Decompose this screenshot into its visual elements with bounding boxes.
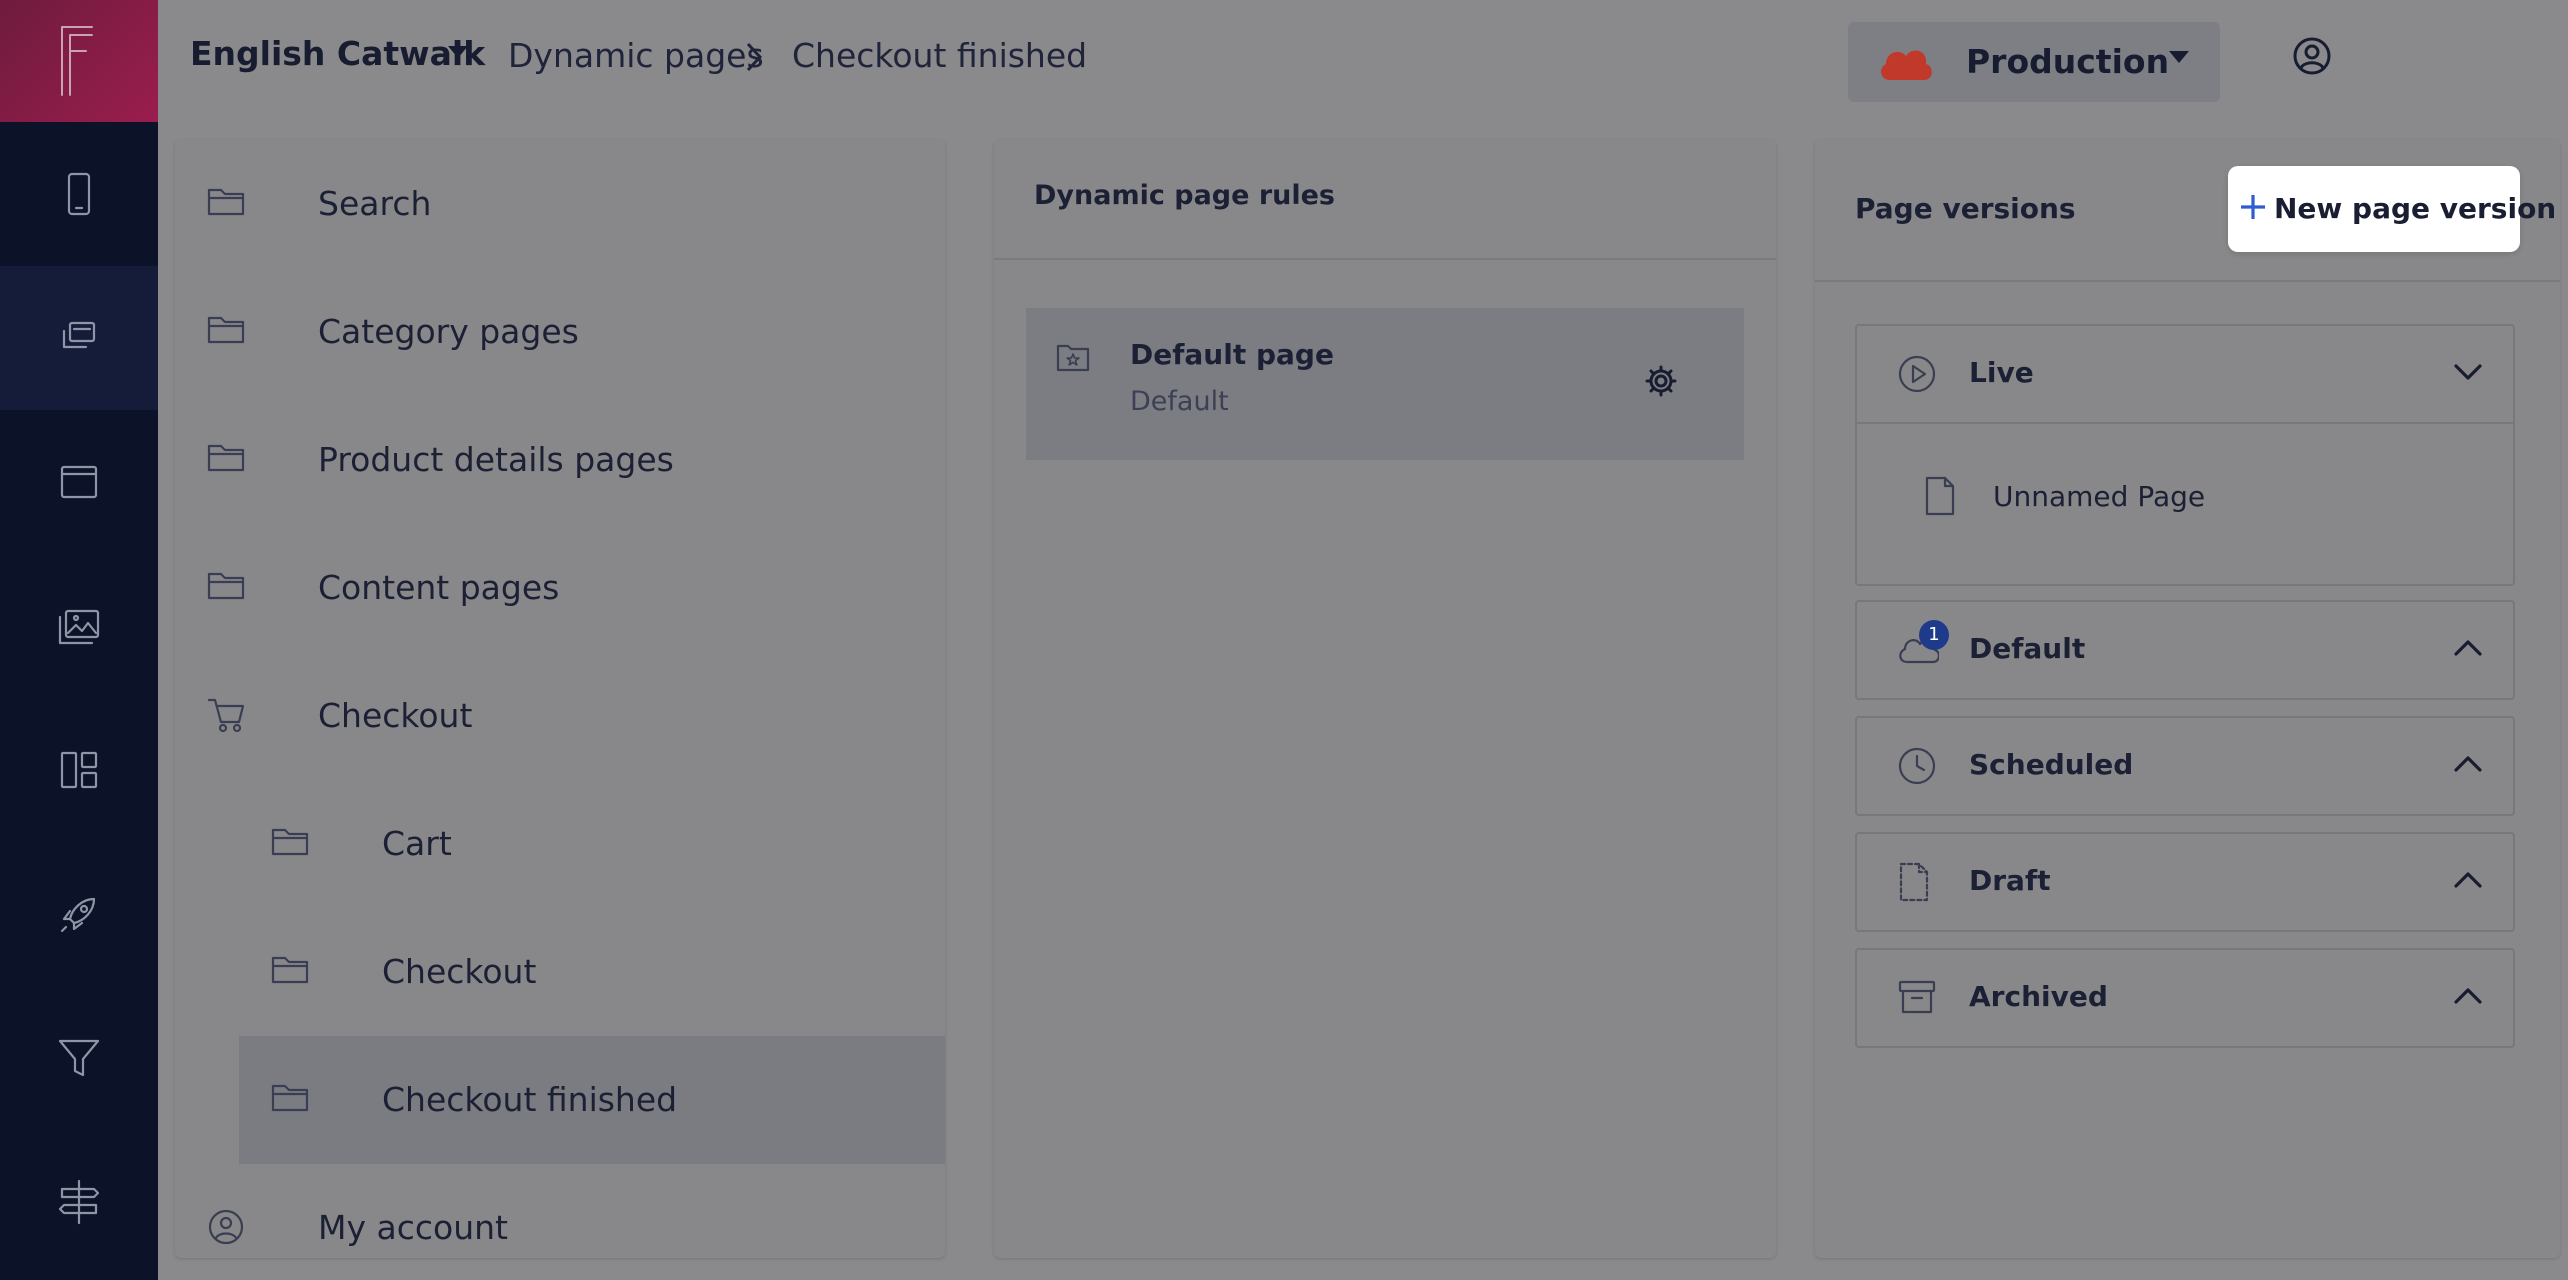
panel-title: Page versions [1855, 192, 2076, 225]
group-header-default[interactable]: 1 Default [1857, 602, 2513, 698]
play-circle-icon [1898, 355, 1936, 393]
rule-subtitle: Default [1130, 386, 1229, 417]
group-label: Archived [1969, 980, 2108, 1013]
folder-icon [271, 828, 309, 856]
dynamic-page-rules-panel: Dynamic page rules Default page Default [994, 140, 1776, 1258]
tree-item-product-details[interactable]: Product details pages [175, 396, 945, 524]
group-header-draft[interactable]: Draft [1857, 834, 2513, 930]
plus-icon [2241, 195, 2265, 219]
version-group-default: 1 Default [1855, 600, 2515, 700]
side-rail [0, 0, 158, 1280]
logo-icon[interactable] [0, 0, 158, 122]
tree-item-cart[interactable]: Cart [175, 780, 945, 908]
filter-icon[interactable] [0, 986, 158, 1130]
divider [1815, 280, 2560, 282]
chevron-up-icon [2454, 640, 2482, 656]
rocket-icon[interactable] [0, 842, 158, 986]
tree-item-label: Category pages [318, 312, 579, 351]
tree-item-label: My account [318, 1208, 508, 1247]
breadcrumb-current: Checkout finished [792, 36, 1088, 75]
layout-icon[interactable] [0, 698, 158, 842]
rule-title: Default page [1130, 338, 1334, 371]
tree-item-checkout-group[interactable]: Checkout [175, 652, 945, 780]
tree-item-checkout[interactable]: Checkout [175, 908, 945, 1036]
chevron-up-icon [2454, 988, 2482, 1004]
group-label: Default [1969, 632, 2086, 665]
new-page-version-button[interactable]: New page version [2228, 166, 2556, 252]
mobile-icon[interactable] [0, 122, 158, 266]
cart-icon [207, 698, 245, 733]
page-tree-panel: Search Category pages Product details pa… [175, 140, 945, 1258]
chevron-up-icon [2454, 872, 2482, 888]
folder-icon [271, 956, 309, 984]
version-group-archived: Archived [1855, 948, 2515, 1048]
group-header-live[interactable]: Live [1857, 326, 2513, 422]
group-label: Scheduled [1969, 748, 2134, 781]
pages-icon[interactable] [0, 266, 158, 410]
clock-icon [1898, 747, 1936, 785]
environment-label: Production [1966, 42, 2170, 81]
draft-document-icon [1899, 862, 1929, 902]
version-page-unnamed[interactable]: Unnamed Page [1993, 480, 2205, 513]
group-header-archived[interactable]: Archived [1857, 950, 2513, 1046]
tree-item-content-pages[interactable]: Content pages [175, 524, 945, 652]
user-circle-icon [208, 1209, 244, 1245]
group-header-scheduled[interactable]: Scheduled [1857, 718, 2513, 814]
chevron-up-icon [2454, 756, 2482, 772]
count-badge: 1 [1919, 620, 1949, 650]
group-label: Live [1969, 356, 2034, 389]
tree-item-label: Search [318, 184, 432, 223]
cloud-icon [1881, 50, 1932, 80]
document-icon [1925, 476, 1955, 516]
folder-star-icon [1056, 344, 1090, 372]
rule-card-default[interactable]: Default page Default [1026, 308, 1744, 460]
panel-title: Dynamic page rules [1034, 180, 1336, 211]
breadcrumb-dynamic-pages[interactable]: Dynamic pages [508, 36, 764, 75]
environment-selector[interactable]: Production [1848, 22, 2220, 102]
caret-down-icon[interactable] [446, 44, 470, 60]
browser-window-icon[interactable] [0, 410, 158, 554]
folder-icon [207, 444, 245, 472]
tree-item-my-account[interactable]: My account [175, 1164, 945, 1258]
new-page-version-label: New page version [2274, 192, 2557, 225]
chevron-down-icon [2454, 364, 2482, 380]
folder-icon [271, 1084, 309, 1112]
archive-box-icon [1898, 980, 1936, 1014]
tree-item-search[interactable]: Search [175, 140, 945, 268]
tree-item-label: Checkout [382, 952, 537, 991]
tree-item-checkout-finished[interactable]: Checkout finished [239, 1036, 945, 1164]
version-group-draft: Draft [1855, 832, 2515, 932]
caret-down-icon [2169, 51, 2189, 63]
version-group-live: Live Unnamed Page [1855, 324, 2515, 586]
divider [994, 258, 1776, 260]
page-versions-panel: Page versions Live Unnamed Page 1 Defaul… [1815, 140, 2560, 1258]
tree-item-label: Checkout [318, 696, 473, 735]
gear-icon[interactable] [1644, 364, 1678, 398]
folder-icon [207, 188, 245, 216]
tree-item-label: Content pages [318, 568, 560, 607]
top-bar: English Catwalk Dynamic pages Checkout f… [158, 0, 2568, 122]
media-gallery-icon[interactable] [0, 554, 158, 698]
divider [1857, 422, 2513, 424]
version-group-scheduled: Scheduled [1855, 716, 2515, 816]
tree-item-label: Cart [382, 824, 452, 863]
group-label: Draft [1969, 864, 2051, 897]
signpost-icon[interactable] [0, 1130, 158, 1274]
tree-item-category-pages[interactable]: Category pages [175, 268, 945, 396]
site-selector[interactable]: English Catwalk [190, 34, 485, 73]
folder-icon [207, 316, 245, 344]
chevron-right-icon [746, 42, 763, 72]
tree-item-label: Product details pages [318, 440, 674, 479]
folder-icon [207, 572, 245, 600]
tree-item-label: Checkout finished [382, 1080, 678, 1119]
user-account-icon[interactable] [2292, 36, 2332, 76]
